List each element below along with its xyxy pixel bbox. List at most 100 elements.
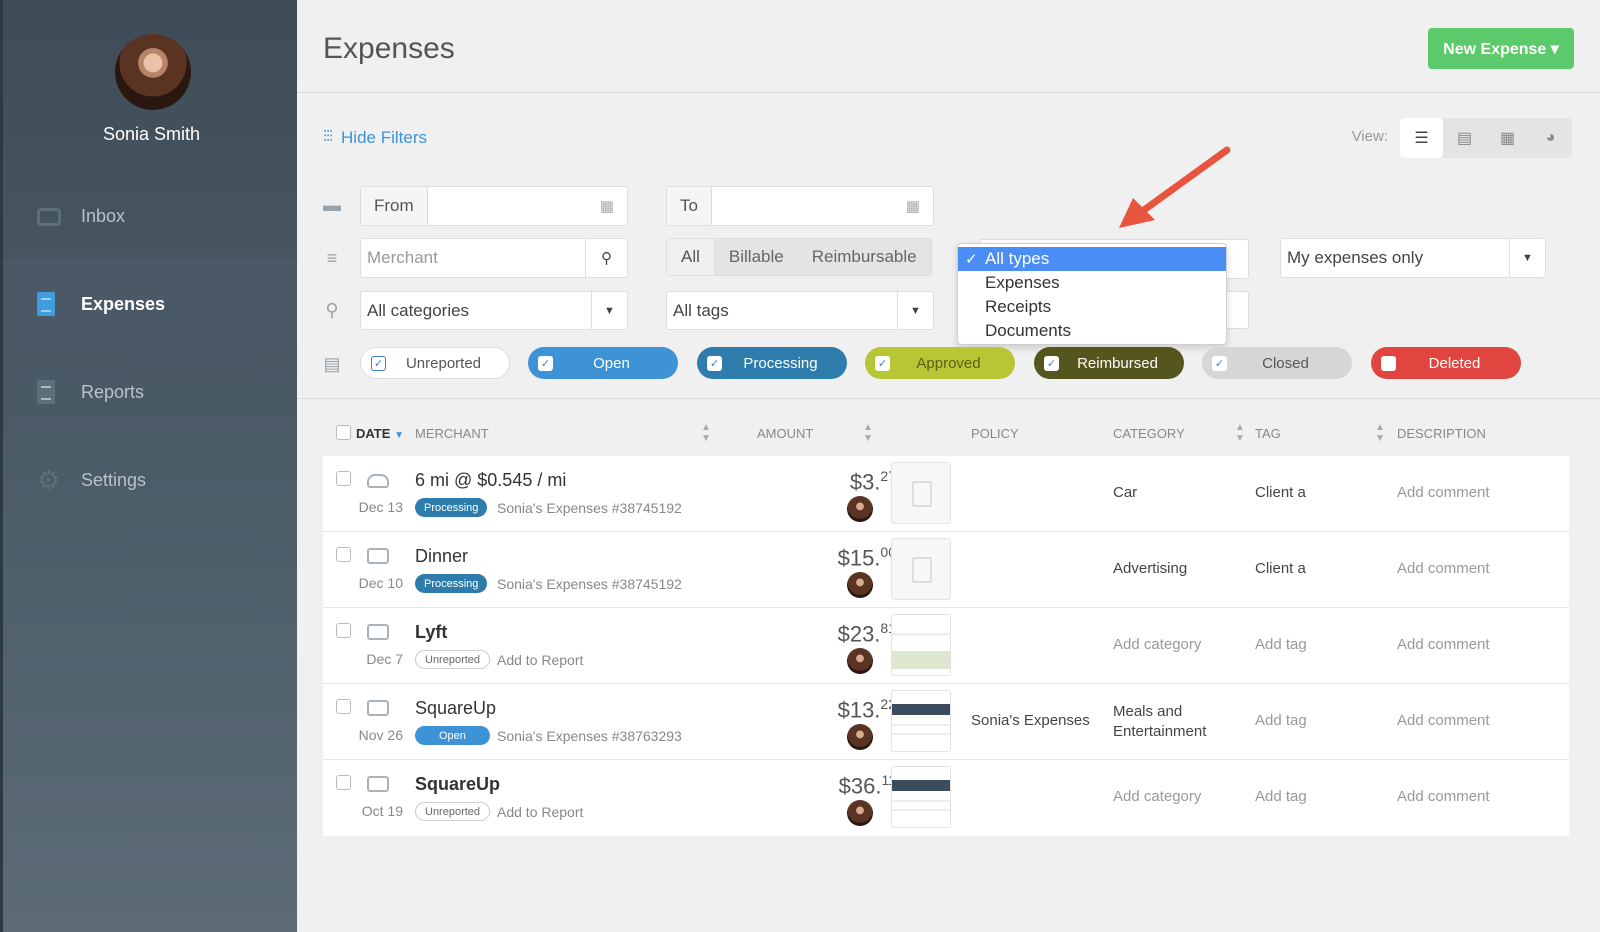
nav-item-settings[interactable]: ⚙ Settings — [3, 436, 297, 524]
select-all-checkbox[interactable] — [336, 425, 351, 440]
row-checkbox[interactable] — [336, 623, 351, 638]
table-row[interactable]: Nov 26 SquareUp Open Sonia's Expenses #3… — [323, 684, 1569, 760]
checkbox-icon[interactable]: ✓ — [1044, 355, 1059, 371]
status-filter-unreported[interactable]: ✓ Unreported — [360, 347, 510, 379]
from-date-field[interactable]: From ▦ — [360, 186, 628, 226]
amount-header[interactable]: AMOUNT — [757, 426, 813, 441]
nav-item-expenses[interactable]: Expenses — [3, 260, 297, 348]
description[interactable]: Add comment — [1397, 788, 1490, 805]
checkbox-icon[interactable] — [1381, 355, 1396, 371]
description[interactable]: Add comment — [1397, 560, 1490, 577]
receipt-thumbnail[interactable] — [891, 462, 951, 524]
row-checkbox[interactable] — [336, 699, 351, 714]
description[interactable]: Add comment — [1397, 712, 1490, 729]
merchant-name[interactable]: Dinner — [415, 546, 468, 567]
sort-icon[interactable]: ▲ ▼ — [701, 422, 711, 444]
category[interactable]: Meals and Entertainment — [1113, 702, 1206, 742]
policy-header[interactable]: POLICY — [971, 426, 1019, 441]
user-avatar[interactable] — [115, 34, 191, 110]
tag[interactable]: Add tag — [1255, 712, 1307, 729]
sort-icon[interactable]: ▲ ▼ — [1235, 422, 1245, 444]
merchant-name[interactable]: 6 mi @ $0.545 / mi — [415, 470, 566, 491]
list-view-icon[interactable]: ☰ — [1400, 118, 1443, 158]
cash-icon — [367, 700, 389, 716]
search-icon[interactable]: ⚲ — [585, 239, 627, 277]
calendar-picker-icon[interactable]: ▦ — [587, 197, 627, 215]
category[interactable]: Add category — [1113, 788, 1201, 805]
receipt-thumbnail[interactable] — [891, 614, 951, 676]
type-option-documents[interactable]: Documents — [958, 319, 1226, 343]
tag[interactable]: Add tag — [1255, 788, 1307, 805]
add-to-report-link[interactable]: Add to Report — [497, 804, 583, 820]
receipt-thumbnail[interactable] — [891, 538, 951, 600]
chevron-down-icon[interactable]: ▼ — [1509, 239, 1545, 277]
tag-header[interactable]: TAG — [1255, 426, 1281, 441]
billable-option[interactable]: Billable — [715, 239, 798, 275]
tags-select[interactable]: All tags ▼ — [666, 291, 934, 330]
checkbox-icon[interactable]: ✓ — [1212, 355, 1227, 371]
hide-filters-link[interactable]: ⫶⫶⫶ Hide Filters — [323, 128, 427, 148]
report-link[interactable]: Sonia's Expenses #38763293 — [497, 728, 682, 744]
table-row[interactable]: Oct 19 SquareUp Unreported Add to Report… — [323, 760, 1569, 836]
category[interactable]: Advertising — [1113, 560, 1187, 577]
merchant-name[interactable]: SquareUp — [415, 698, 496, 719]
type-option-all[interactable]: ✓ All types — [958, 247, 1226, 271]
compact-view-icon[interactable]: ▤ — [1443, 118, 1486, 158]
date-header[interactable]: DATE ▼ — [356, 426, 404, 441]
row-checkbox[interactable] — [336, 547, 351, 562]
type-option-receipts[interactable]: Receipts — [958, 295, 1226, 319]
checkbox-icon[interactable]: ✓ — [538, 355, 553, 371]
billable-all-option[interactable]: All — [667, 239, 715, 275]
description-header[interactable]: DESCRIPTION — [1397, 426, 1486, 441]
category[interactable]: Add category — [1113, 636, 1201, 653]
description[interactable]: Add comment — [1397, 484, 1490, 501]
description[interactable]: Add comment — [1397, 636, 1490, 653]
table-row[interactable]: Dec 13 6 mi @ $0.545 / mi Processing Son… — [323, 456, 1569, 532]
merchant-name[interactable]: Lyft — [415, 622, 447, 643]
checkbox-icon[interactable]: ✓ — [875, 355, 890, 371]
receipt-thumbnail[interactable] — [891, 766, 951, 828]
report-link[interactable]: Sonia's Expenses #38745192 — [497, 576, 682, 592]
sort-desc-icon: ▼ — [394, 430, 404, 441]
category-select[interactable]: All categories ▼ — [360, 291, 628, 330]
sort-icon[interactable]: ▲ ▼ — [863, 422, 873, 444]
chevron-down-icon[interactable]: ▼ — [591, 292, 627, 329]
status-filter-processing[interactable]: ✓ Processing — [697, 347, 847, 379]
chevron-down-icon[interactable]: ▼ — [897, 292, 933, 329]
tag[interactable]: Client a — [1255, 560, 1306, 577]
add-to-report-link[interactable]: Add to Report — [497, 652, 583, 668]
status-filter-approved[interactable]: ✓ Approved — [865, 347, 1015, 379]
table-row[interactable]: Dec 10 Dinner Processing Sonia's Expense… — [323, 532, 1569, 608]
grid-view-icon[interactable]: ▦ — [1486, 118, 1529, 158]
merchant-header[interactable]: MERCHANT — [415, 426, 489, 441]
new-expense-button[interactable]: New Expense ▾ — [1428, 28, 1574, 69]
calendar-picker-icon[interactable]: ▦ — [893, 197, 933, 215]
policy[interactable]: Sonia's Expenses — [971, 712, 1090, 729]
checkbox-icon[interactable]: ✓ — [371, 355, 386, 371]
category[interactable]: Car — [1113, 484, 1137, 501]
nav-item-inbox[interactable]: Inbox — [3, 172, 297, 260]
status-filter-deleted[interactable]: Deleted — [1371, 347, 1521, 379]
row-checkbox[interactable] — [336, 471, 351, 486]
status-filter-closed[interactable]: ✓ Closed — [1202, 347, 1352, 379]
merchant-name[interactable]: SquareUp — [415, 774, 500, 795]
tag[interactable]: Add tag — [1255, 636, 1307, 653]
chart-view-icon[interactable]: ◕ — [1529, 118, 1572, 158]
merchant-input[interactable]: Merchant — [361, 248, 585, 268]
receipt-thumbnail[interactable] — [891, 690, 951, 752]
category-header[interactable]: CATEGORY — [1113, 426, 1185, 441]
ownership-select[interactable]: My expenses only ▼ — [1280, 238, 1546, 278]
merchant-field[interactable]: Merchant ⚲ — [360, 238, 628, 278]
table-row[interactable]: Dec 7 Lyft Unreported Add to Report $23.… — [323, 608, 1569, 684]
reimbursable-option[interactable]: Reimbursable — [798, 239, 931, 275]
tag[interactable]: Client a — [1255, 484, 1306, 501]
report-link[interactable]: Sonia's Expenses #38745192 — [497, 500, 682, 516]
row-checkbox[interactable] — [336, 775, 351, 790]
sort-icon[interactable]: ▲ ▼ — [1375, 422, 1385, 444]
status-filter-reimbursed[interactable]: ✓ Reimbursed — [1034, 347, 1184, 379]
to-date-field[interactable]: To ▦ — [666, 186, 934, 226]
status-filter-open[interactable]: ✓ Open — [528, 347, 678, 379]
checkbox-icon[interactable]: ✓ — [707, 355, 722, 371]
type-option-expenses[interactable]: Expenses — [958, 271, 1226, 295]
nav-item-reports[interactable]: Reports — [3, 348, 297, 436]
